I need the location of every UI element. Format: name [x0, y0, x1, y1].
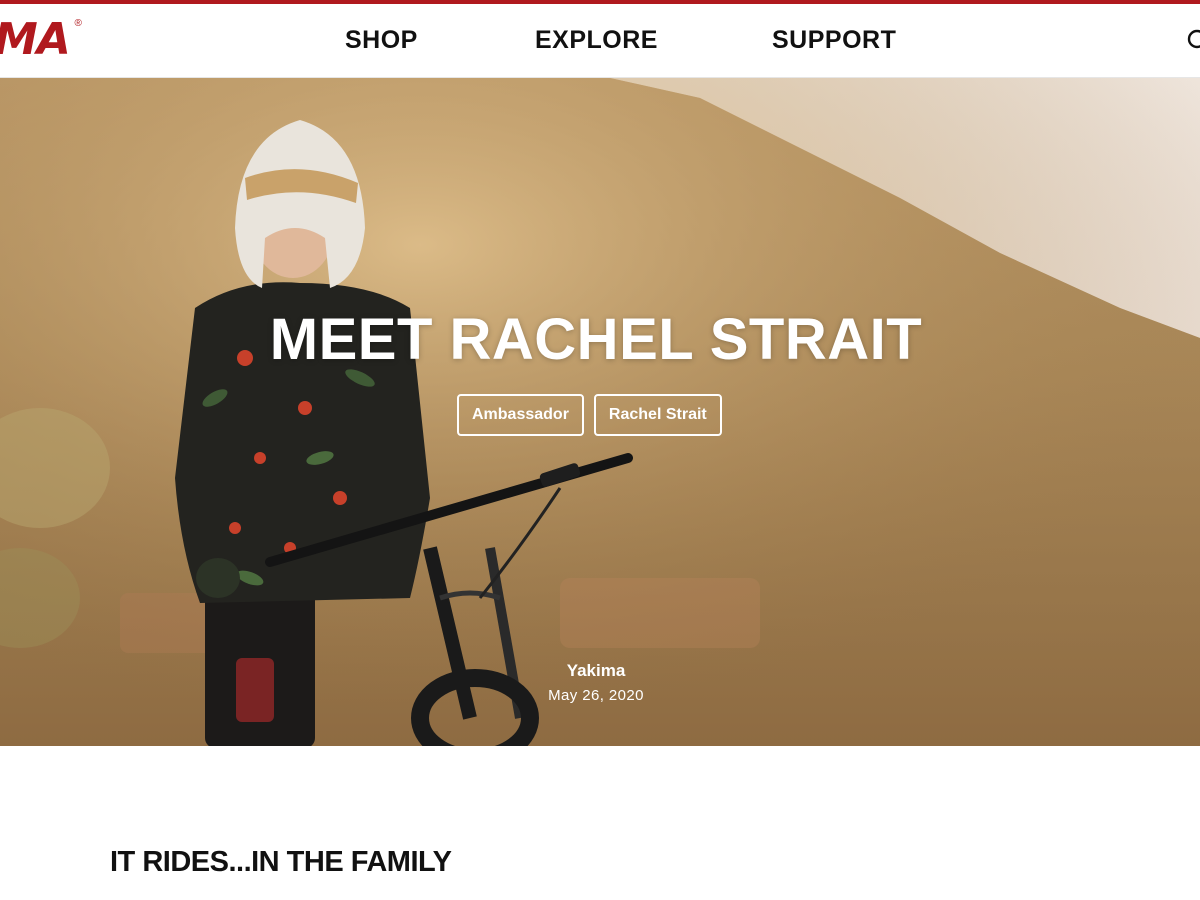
nav-item-support[interactable]: SUPPORT: [772, 26, 896, 55]
hero-banner: MEET RACHEL STRAIT Ambassador Rachel Str…: [0, 78, 1200, 746]
author-name: Yakima: [566, 661, 626, 680]
search-icon[interactable]: [1186, 28, 1200, 54]
article-heading: IT RIDES...IN THE FAMILY: [110, 846, 452, 878]
byline: Yakima May 26, 2020: [0, 661, 1200, 704]
tag-ambassador[interactable]: Ambassador: [457, 394, 584, 436]
site-header: MA ® SHOP EXPLORE SUPPORT: [0, 4, 1200, 78]
publish-date: May 26, 2020: [548, 687, 644, 704]
nav-item-shop[interactable]: SHOP: [345, 26, 418, 55]
main-nav: SHOP EXPLORE SUPPORT: [0, 4, 1200, 78]
hero-title: MEET RACHEL STRAIT: [0, 306, 1200, 373]
tag-list: Ambassador Rachel Strait: [457, 394, 722, 436]
hero-title-text: MEET RACHEL STRAIT: [269, 307, 923, 372]
nav-item-explore[interactable]: EXPLORE: [535, 26, 658, 55]
tag-rachel-strait[interactable]: Rachel Strait: [593, 394, 722, 436]
